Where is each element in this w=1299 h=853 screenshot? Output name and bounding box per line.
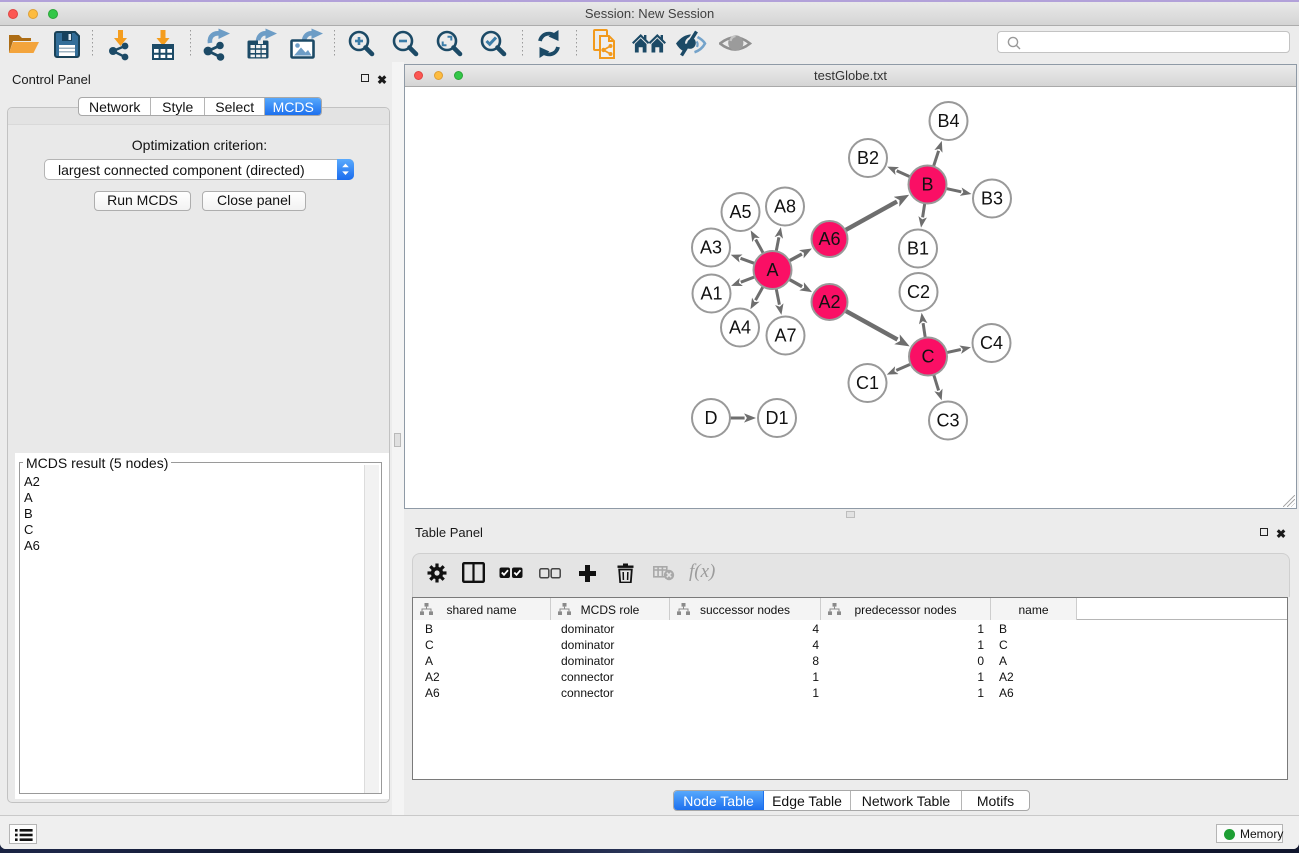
svg-text:A6: A6: [818, 229, 840, 249]
svg-text:A3: A3: [700, 238, 722, 258]
svg-text:A1: A1: [700, 284, 722, 304]
svg-text:A2: A2: [818, 292, 840, 312]
svg-text:B1: B1: [907, 239, 929, 259]
svg-text:C4: C4: [980, 333, 1003, 353]
svg-text:C3: C3: [936, 411, 959, 431]
svg-text:D1: D1: [765, 408, 788, 428]
svg-text:B: B: [921, 175, 933, 195]
svg-text:A5: A5: [729, 202, 751, 222]
svg-text:B3: B3: [981, 189, 1003, 209]
svg-text:C1: C1: [856, 373, 879, 393]
svg-text:B2: B2: [857, 148, 879, 168]
svg-text:A4: A4: [729, 318, 751, 338]
svg-text:D: D: [705, 408, 718, 428]
svg-text:A7: A7: [774, 326, 796, 346]
svg-text:C2: C2: [907, 282, 930, 302]
svg-text:A: A: [766, 260, 778, 280]
svg-text:C: C: [922, 347, 935, 367]
svg-text:B4: B4: [937, 111, 959, 131]
svg-text:A8: A8: [774, 197, 796, 217]
